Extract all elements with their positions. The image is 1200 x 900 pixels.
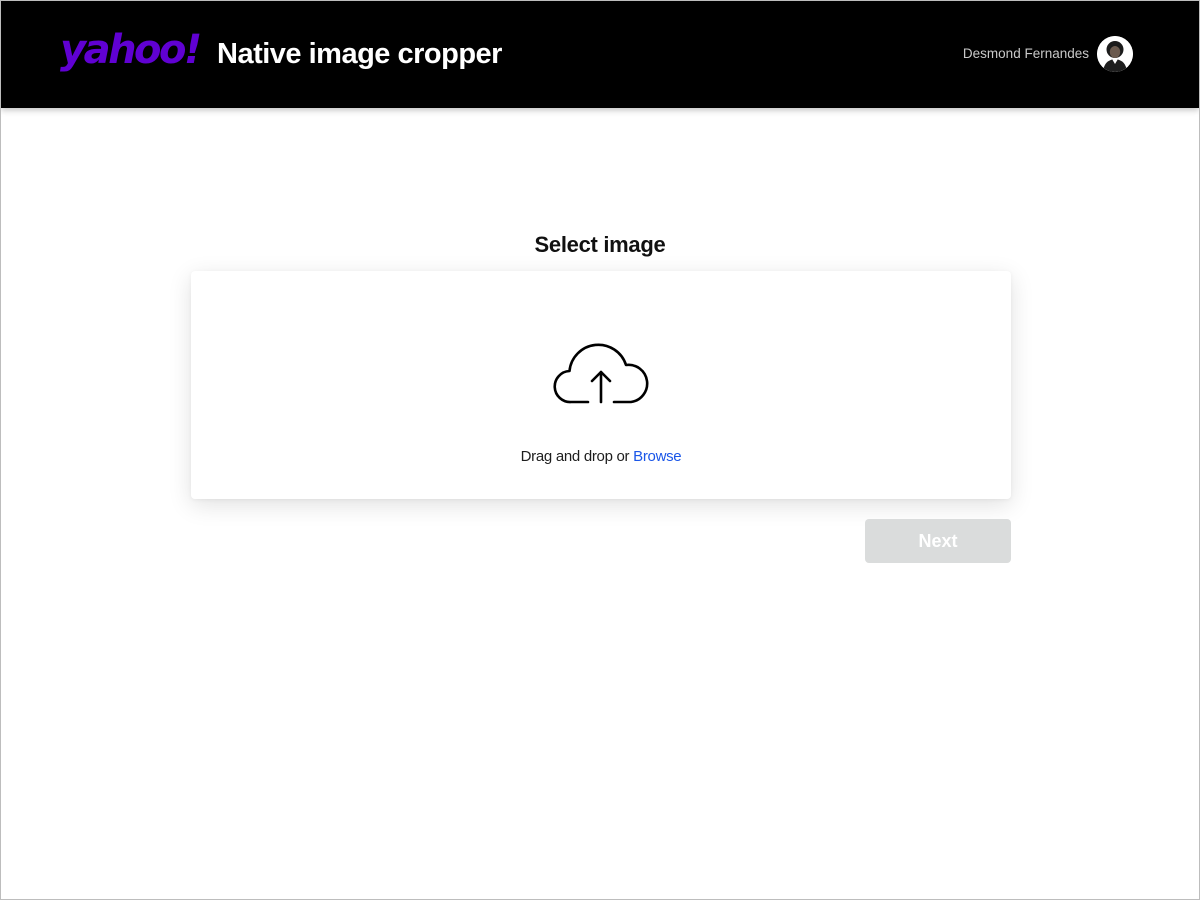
yahoo-logo-text: yahoo! (60, 29, 200, 73)
user-avatar[interactable] (1097, 36, 1133, 72)
cloud-upload-icon (551, 335, 651, 405)
app-window: yahoo! Native image cropper Desmond Fern… (0, 0, 1200, 900)
drop-text: Drag and drop or (520, 448, 630, 465)
drop-instructions: Drag and drop or Browse (191, 447, 1011, 467)
user-name[interactable]: Desmond Fernandes (963, 46, 1089, 62)
browse-link[interactable]: Browse (633, 448, 682, 465)
page-title: Select image (534, 232, 666, 257)
image-dropzone[interactable]: Drag and drop or Browse (191, 271, 1011, 499)
yahoo-logo[interactable]: yahoo! (60, 27, 205, 84)
next-button[interactable]: Next (865, 519, 1011, 563)
top-bar: yahoo! Native image cropper Desmond Fern… (1, 1, 1199, 108)
app-title: Native image cropper (217, 38, 502, 70)
